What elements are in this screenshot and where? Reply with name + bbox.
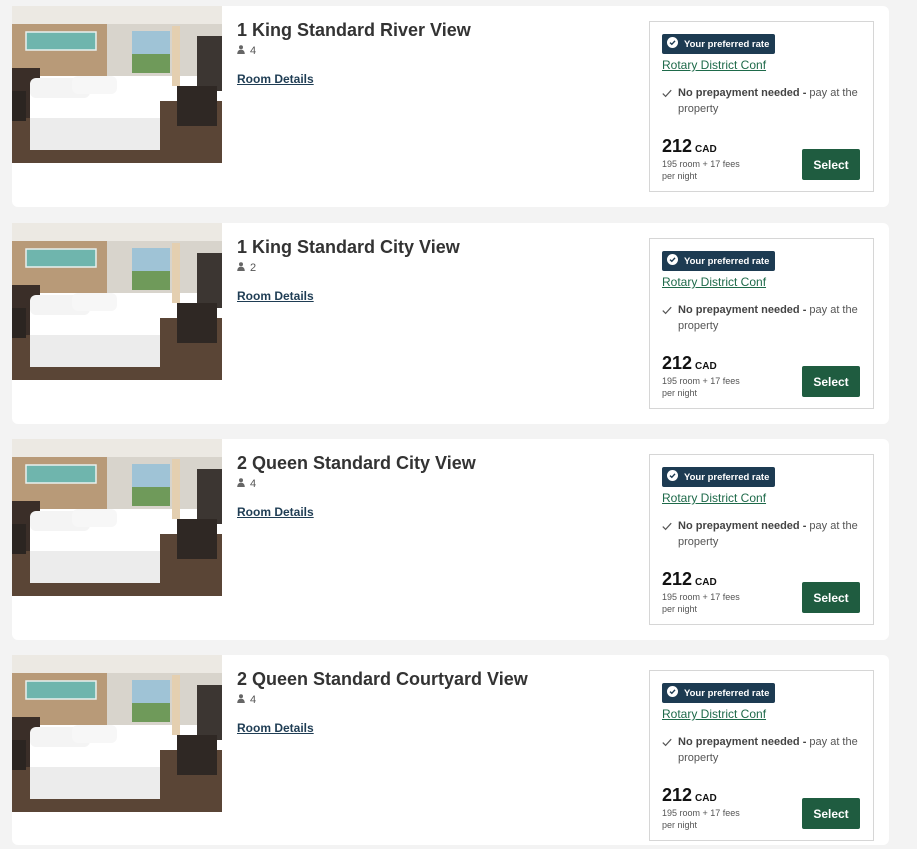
check-circle-icon (667, 37, 678, 51)
price-amount: 212 (662, 353, 693, 373)
select-button[interactable]: Select (802, 149, 860, 180)
room-photo[interactable] (12, 655, 222, 812)
room-photo[interactable] (12, 223, 222, 380)
guest-capacity: 4 (237, 45, 256, 57)
price-currency: CAD (695, 577, 717, 588)
prepayment-info: No prepayment needed - pay at the proper… (662, 518, 867, 550)
person-icon (237, 694, 245, 706)
checkmark-icon (662, 736, 672, 766)
price-currency: CAD (695, 361, 717, 372)
check-circle-icon (667, 686, 678, 700)
price-per-night: per night (662, 388, 698, 398)
price-breakdown: 195 room + 17 fees (662, 592, 740, 602)
select-button[interactable]: Select (802, 798, 860, 829)
price-breakdown: 195 room + 17 fees (662, 159, 740, 169)
preferred-rate-text: Your preferred rate (684, 38, 770, 50)
price-block: 212 CAD 195 room + 17 fees per night (662, 569, 740, 616)
room-photo[interactable] (12, 439, 222, 596)
check-circle-icon (667, 254, 678, 268)
room-details-link[interactable]: Room Details (237, 289, 314, 303)
guest-capacity: 2 (237, 262, 256, 274)
preferred-rate-badge: Your preferred rate (662, 467, 776, 487)
rate-option: Your preferred rate Rotary District Conf… (649, 670, 874, 841)
price-breakdown: 195 room + 17 fees (662, 376, 740, 386)
rate-name-link[interactable]: Rotary District Conf (662, 58, 766, 72)
price-breakdown: 195 room + 17 fees (662, 808, 740, 818)
prepayment-text: No prepayment needed - pay at the proper… (678, 518, 867, 550)
person-icon (237, 478, 245, 490)
guest-capacity: 4 (237, 694, 256, 706)
price-amount: 212 (662, 785, 693, 805)
room-details-link[interactable]: Room Details (237, 721, 314, 735)
checkmark-icon (662, 87, 672, 117)
select-button[interactable]: Select (802, 582, 860, 613)
guest-count: 4 (250, 45, 257, 57)
rate-option: Your preferred rate Rotary District Conf… (649, 238, 874, 409)
preferred-rate-badge: Your preferred rate (662, 251, 776, 271)
person-icon (237, 45, 245, 57)
room-title: 2 Queen Standard City View (237, 453, 476, 473)
price-per-night: per night (662, 820, 698, 830)
price-amount: 212 (662, 136, 693, 156)
room-card: 2 Queen Standard City View 4 Room Detail… (12, 439, 889, 640)
room-title: 1 King Standard City View (237, 237, 460, 257)
guest-count: 4 (250, 478, 257, 490)
room-card: 1 King Standard River View 4 Room Detail… (12, 6, 889, 207)
select-button[interactable]: Select (802, 366, 860, 397)
prepayment-info: No prepayment needed - pay at the proper… (662, 302, 867, 334)
guest-count: 2 (250, 262, 257, 274)
person-icon (237, 262, 245, 274)
price-amount: 212 (662, 569, 693, 589)
preferred-rate-badge: Your preferred rate (662, 34, 776, 54)
room-card: 1 King Standard City View 2 Room Details (12, 223, 889, 424)
room-details-link[interactable]: Room Details (237, 505, 314, 519)
preferred-rate-text: Your preferred rate (684, 687, 770, 699)
prepayment-text: No prepayment needed - pay at the proper… (678, 734, 867, 766)
price-per-night: per night (662, 604, 698, 614)
room-title: 2 Queen Standard Courtyard View (237, 669, 528, 689)
prepayment-bold: No prepayment needed - (678, 87, 807, 99)
preferred-rate-badge: Your preferred rate (662, 683, 776, 703)
prepayment-text: No prepayment needed - pay at the proper… (678, 85, 867, 117)
prepayment-bold: No prepayment needed - (678, 736, 807, 748)
checkmark-icon (662, 520, 672, 550)
prepayment-info: No prepayment needed - pay at the proper… (662, 85, 867, 117)
guest-capacity: 4 (237, 478, 256, 490)
price-currency: CAD (695, 793, 717, 804)
room-photo[interactable] (12, 6, 222, 163)
prepayment-bold: No prepayment needed - (678, 520, 807, 532)
rate-option: Your preferred rate Rotary District Conf… (649, 454, 874, 625)
price-per-night: per night (662, 171, 698, 181)
price-block: 212 CAD 195 room + 17 fees per night (662, 353, 740, 400)
preferred-rate-text: Your preferred rate (684, 471, 770, 483)
room-card: 2 Queen Standard Courtyard View 4 Room D… (12, 655, 889, 845)
check-circle-icon (667, 470, 678, 484)
price-block: 212 CAD 195 room + 17 fees per night (662, 136, 740, 183)
prepayment-bold: No prepayment needed - (678, 304, 807, 316)
guest-count: 4 (250, 694, 257, 706)
room-title: 1 King Standard River View (237, 20, 471, 40)
room-details-link[interactable]: Room Details (237, 72, 314, 86)
rate-name-link[interactable]: Rotary District Conf (662, 707, 766, 721)
preferred-rate-text: Your preferred rate (684, 255, 770, 267)
rate-option: Your preferred rate Rotary District Conf… (649, 21, 874, 192)
prepayment-text: No prepayment needed - pay at the proper… (678, 302, 867, 334)
rate-name-link[interactable]: Rotary District Conf (662, 491, 766, 505)
price-currency: CAD (695, 144, 717, 155)
price-block: 212 CAD 195 room + 17 fees per night (662, 785, 740, 832)
checkmark-icon (662, 304, 672, 334)
rate-name-link[interactable]: Rotary District Conf (662, 275, 766, 289)
prepayment-info: No prepayment needed - pay at the proper… (662, 734, 867, 766)
